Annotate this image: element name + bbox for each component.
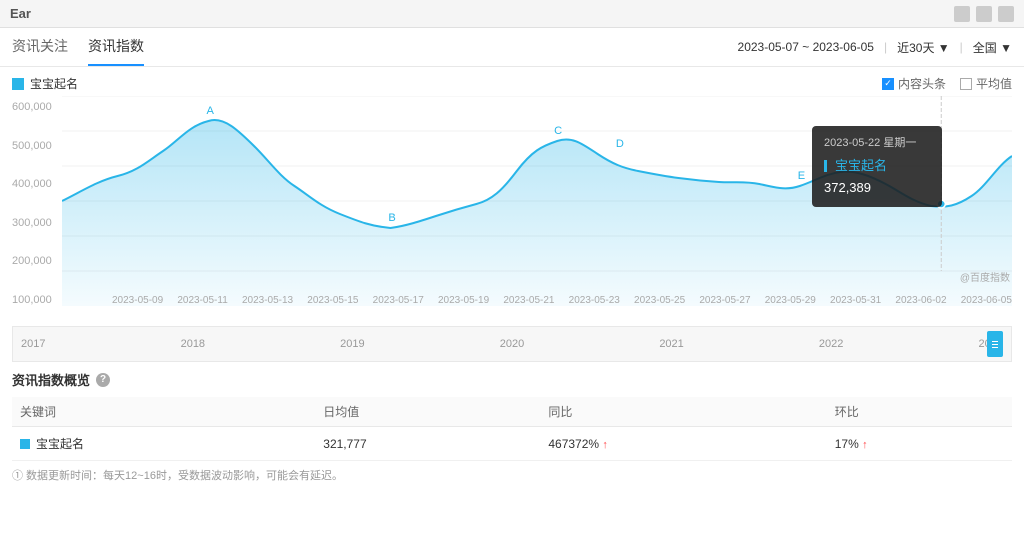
info-icon[interactable]: ? — [96, 373, 110, 387]
yoy-up-arrow: ↑ — [602, 439, 608, 451]
summary-section: 资讯指数概览 ? 关键词 日均值 同比 环比 宝宝起名 321,777 — [0, 362, 1024, 461]
tooltip-date: 2023-05-22 星期一 — [824, 134, 930, 153]
checkbox-neirongtouten[interactable]: ✓ 内容头条 — [882, 75, 946, 92]
maximize-icon[interactable] — [976, 6, 992, 22]
top-bar: Ear — [0, 0, 1024, 28]
yoy-value: 467372% ↑ — [540, 427, 826, 461]
col-daily-avg: 日均值 — [315, 397, 540, 427]
timeline-labels: 2017 2018 2019 2020 2021 2022 2023 — [21, 338, 1003, 350]
col-yoy: 同比 — [540, 397, 826, 427]
region-select[interactable]: 全国 ▼ — [973, 39, 1012, 56]
y-axis-labels: 100,000 200,000 300,000 400,000 500,000 … — [12, 96, 62, 326]
keyword-cell: 宝宝起名 — [12, 427, 315, 461]
top-bar-title: Ear — [10, 6, 31, 21]
checkbox-label-pingjunzhi: 平均值 — [976, 75, 1012, 92]
checkboxes: ✓ 内容头条 平均值 — [882, 75, 1012, 92]
svg-text:A: A — [207, 105, 215, 117]
close-icon[interactable] — [998, 6, 1014, 22]
keyword-color-box — [20, 439, 30, 449]
chart-right-label: @百度指数 — [960, 269, 1010, 284]
tooltip-keyword: 宝宝起名 — [835, 155, 887, 177]
date-range: 2023-05-07 ~ 2023-06-05 — [738, 40, 874, 54]
checkbox-pingjunzhi[interactable]: 平均值 — [960, 75, 1012, 92]
tooltip-box: 2023-05-22 星期一 宝宝起名 372,389 — [812, 126, 942, 207]
tooltip-bar-indicator — [824, 160, 827, 172]
svg-text:E: E — [798, 170, 805, 182]
legend-color-box — [12, 78, 24, 90]
table-row: 宝宝起名 321,777 467372% ↑ 17% ↑ — [12, 427, 1012, 461]
footnote: ① 数据更新时间：每天12~16时，受数据波动影响，可能会有延迟。 — [0, 461, 1024, 489]
checkbox-box-pingjunzhi[interactable] — [960, 78, 972, 90]
tabs-right: 2023-05-07 ~ 2023-06-05 | 近30天 ▼ | 全国 ▼ — [738, 39, 1012, 64]
period-select[interactable]: 近30天 ▼ — [897, 39, 950, 56]
top-bar-icons — [954, 6, 1014, 22]
tab-zixun-guanzhu[interactable]: 资讯关注 — [12, 36, 68, 66]
legend-row: 宝宝起名 ✓ 内容头条 平均值 — [0, 67, 1024, 96]
legend-item: 宝宝起名 — [12, 75, 78, 92]
svg-text:B: B — [388, 212, 395, 224]
minimize-icon[interactable] — [954, 6, 970, 22]
summary-table: 关键词 日均值 同比 环比 宝宝起名 321,777 467372% ↑ — [12, 397, 1012, 461]
tab-zixun-zhishu[interactable]: 资讯指数 — [88, 36, 144, 66]
svg-text:C: C — [554, 125, 562, 137]
chart-container: 100,000 200,000 300,000 400,000 500,000 … — [0, 96, 1024, 326]
daily-avg-value: 321,777 — [315, 427, 540, 461]
chart-inner: 100,000 200,000 300,000 400,000 500,000 … — [12, 96, 1012, 326]
checkbox-box-neirongtouten[interactable]: ✓ — [882, 78, 894, 90]
col-mom: 环比 — [827, 397, 1012, 427]
tooltip-value: 372,389 — [824, 177, 930, 199]
x-axis-labels: 2023-05-09 2023-05-11 2023-05-13 2023-05… — [112, 295, 1012, 306]
mom-value: 17% ↑ — [827, 427, 1012, 461]
tabs-row: 资讯关注 资讯指数 2023-05-07 ~ 2023-06-05 | 近30天… — [0, 28, 1024, 67]
tabs-left: 资讯关注 资讯指数 — [12, 36, 144, 66]
svg-text:D: D — [616, 138, 624, 150]
keyword-name: 宝宝起名 — [36, 435, 84, 452]
checkbox-label-neirongtouten: 内容头条 — [898, 75, 946, 92]
legend-label: 宝宝起名 — [30, 75, 78, 92]
timeline-handle[interactable] — [987, 331, 1003, 357]
col-keyword: 关键词 — [12, 397, 315, 427]
summary-title: 资讯指数概览 ? — [12, 370, 1012, 389]
mom-up-arrow: ↑ — [862, 439, 868, 451]
timeline-row[interactable]: 2017 2018 2019 2020 2021 2022 2023 — [12, 326, 1012, 362]
